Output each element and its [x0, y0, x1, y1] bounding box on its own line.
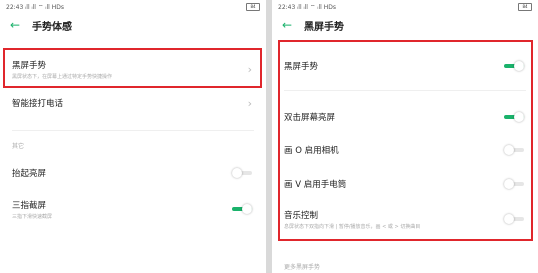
list-item-raise-to-wake[interactable]: 抬起亮屏	[0, 163, 266, 183]
item-title: 双击屏幕亮屏	[284, 113, 336, 123]
list-item-music-control[interactable]: 音乐控制 息屏状态下双指向下滑 | 暂停/播放音乐，画 < 或 > 切换曲目	[272, 205, 538, 233]
list-item-double-tap-wake[interactable]: 双击屏幕亮屏	[272, 106, 538, 128]
list-item-draw-o-camera[interactable]: 画 O 启用相机	[272, 139, 538, 161]
item-title: 音乐控制	[284, 210, 319, 221]
list-item-three-finger-screenshot[interactable]: 三指截屏 三指下滑快速截屏	[0, 196, 266, 222]
item-title: 智能接打电话	[12, 99, 64, 109]
list-item-smart-call[interactable]: 智能接打电话 ›	[0, 92, 266, 114]
status-time-signals: 22:43 ᵢll ᵢll ⌔ ᵢll HDs	[278, 3, 336, 11]
chevron-right-icon: ›	[247, 96, 252, 110]
item-subtitle: 息屏状态下双指向下滑 | 暂停/播放音乐，画 < 或 > 切换曲目	[284, 223, 421, 230]
status-bar: 22:43 ᵢll ᵢll ⌔ ᵢll HDs 84	[272, 0, 538, 14]
toggle-switch[interactable]	[232, 168, 252, 178]
left-screen: 22:43 ᵢll ᵢll ⌔ ᵢll HDs 84 ← 手势体感 黑屏手势 黑…	[0, 0, 266, 273]
nav-bar: ← 黑屏手势	[272, 14, 538, 36]
divider	[12, 130, 254, 131]
toggle-switch[interactable]	[232, 204, 252, 214]
toggle-switch[interactable]	[504, 179, 524, 189]
status-time: 22:43	[278, 4, 296, 11]
battery-icon: 84	[246, 3, 260, 11]
item-title: 画 O 启用相机	[284, 146, 339, 156]
back-arrow-icon[interactable]: ←	[282, 19, 298, 31]
section-label-more-gestures: 更多黑屏手势	[284, 264, 321, 271]
toggle-switch[interactable]	[504, 61, 524, 71]
status-time-signals: 22:43 ᵢll ᵢll ⌔ ᵢll HDs	[6, 3, 64, 11]
status-time: 22:43	[6, 4, 24, 11]
nav-bar: ← 手势体感	[0, 14, 266, 36]
item-subtitle: 三指下滑快速截屏	[12, 213, 53, 220]
status-signals: ᵢll ᵢll ⌔ ᵢll HDs	[25, 4, 64, 11]
item-title: 画 V 启用手电筒	[284, 180, 347, 190]
right-screen: 22:43 ᵢll ᵢll ⌔ ᵢll HDs 84 ← 黑屏手势 黑屏手势 双…	[272, 0, 538, 273]
item-title: 黑屏手势	[12, 60, 47, 71]
list-item-draw-v-flashlight[interactable]: 画 V 启用手电筒	[272, 173, 538, 195]
item-title: 三指截屏	[12, 200, 47, 211]
list-item-black-screen-gesture-toggle[interactable]: 黑屏手势	[272, 55, 538, 77]
page-title: 黑屏手势	[304, 21, 344, 33]
toggle-switch[interactable]	[504, 145, 524, 155]
page-title: 手势体感	[32, 21, 72, 33]
section-label: 其它	[12, 143, 25, 150]
status-signals: ᵢll ᵢll ⌔ ᵢll HDs	[297, 4, 336, 11]
toggle-switch[interactable]	[504, 112, 524, 122]
battery-icon: 84	[518, 3, 532, 11]
item-title: 抬起亮屏	[12, 169, 47, 179]
list-item-black-screen-gesture[interactable]: 黑屏手势 黑屏状态下，在屏幕上通过特定手势快捷操作 ›	[0, 52, 266, 86]
back-arrow-icon[interactable]: ←	[10, 19, 26, 31]
item-subtitle: 黑屏状态下，在屏幕上通过特定手势快捷操作	[12, 73, 113, 80]
chevron-right-icon: ›	[247, 62, 252, 76]
toggle-switch[interactable]	[504, 214, 524, 224]
item-title: 黑屏手势	[284, 62, 319, 72]
divider	[284, 90, 526, 91]
status-bar: 22:43 ᵢll ᵢll ⌔ ᵢll HDs 84	[0, 0, 266, 14]
